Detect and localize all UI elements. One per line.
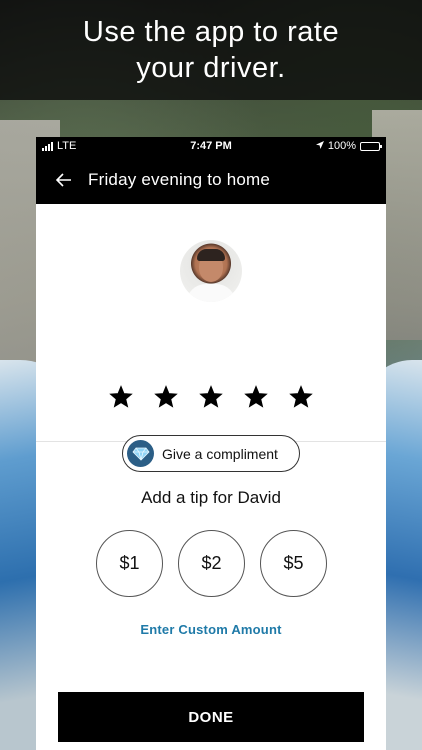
tip-section: Add a tip for David $1 $2 $5 Enter Custo… — [36, 442, 386, 750]
battery-icon — [360, 141, 382, 151]
promo-banner: Use the app to rate your driver. — [0, 0, 422, 100]
star-icon[interactable] — [154, 385, 178, 409]
driver-avatar — [180, 240, 242, 302]
location-icon — [315, 140, 324, 152]
star-icon[interactable] — [289, 385, 313, 409]
carrier-label: LTE — [57, 140, 77, 152]
star-icon[interactable] — [109, 385, 133, 409]
battery-percent: 100% — [327, 140, 356, 152]
star-icon[interactable] — [199, 385, 223, 409]
tip-option-1[interactable]: $1 — [96, 530, 163, 597]
star-icon[interactable] — [244, 385, 268, 409]
promo-line-2: your driver. — [136, 52, 286, 84]
custom-amount-link[interactable]: Enter Custom Amount — [36, 622, 386, 637]
trip-title: Friday evening to home — [88, 169, 271, 189]
phone-screen: LTE 7:47 PM 100% Friday evening to home — [36, 137, 386, 750]
done-button[interactable]: DONE — [58, 692, 364, 742]
signal-icon — [42, 141, 53, 151]
tip-options: $1 $2 $5 — [96, 530, 327, 597]
tip-option-2[interactable]: $2 — [178, 530, 245, 597]
rating-section: Give a compliment — [36, 204, 386, 472]
back-arrow-icon[interactable] — [56, 172, 72, 188]
tip-title: Add a tip for David — [141, 488, 281, 507]
status-bar: LTE 7:47 PM 100% — [36, 137, 386, 155]
nav-bar: Friday evening to home — [36, 155, 386, 204]
tip-option-3[interactable]: $5 — [260, 530, 327, 597]
star-rating — [36, 385, 386, 409]
promo-line-1: Use the app to rate — [82, 16, 340, 48]
